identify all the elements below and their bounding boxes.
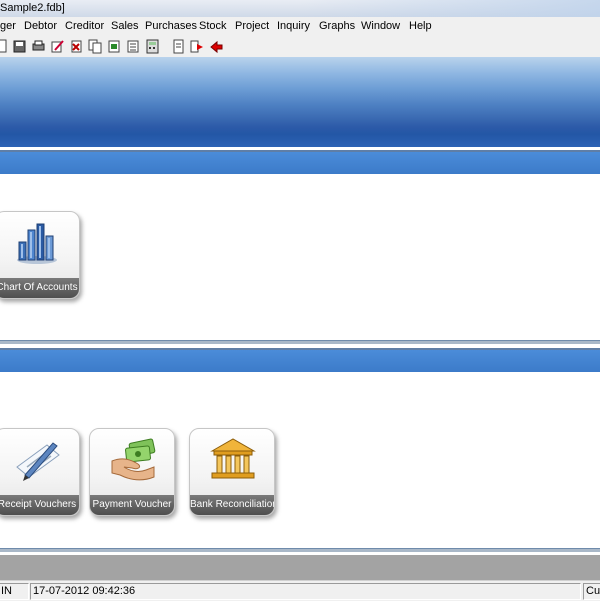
status-bar: IN 17-07-2012 09:42:36 Cur bbox=[0, 580, 600, 601]
tile-label: Chart Of Accounts bbox=[0, 278, 79, 298]
window-title-bar: Sample2.fdb] bbox=[0, 0, 600, 18]
exit-icon[interactable] bbox=[209, 39, 224, 54]
bank-icon bbox=[210, 438, 256, 479]
menu-help[interactable]: Help bbox=[409, 20, 432, 32]
section-header-accounts bbox=[0, 150, 600, 174]
menu-graphs[interactable]: Graphs bbox=[319, 20, 355, 32]
tile-bank-reconciliation[interactable]: Bank Reconciliation bbox=[189, 428, 275, 516]
tile-label: Receipt Vouchers bbox=[0, 495, 79, 515]
menu-stock[interactable]: Stock bbox=[199, 20, 227, 32]
status-datetime: 17-07-2012 09:42:36 bbox=[30, 583, 581, 600]
forward-icon[interactable] bbox=[190, 39, 205, 54]
menu-project[interactable]: Project bbox=[235, 20, 269, 32]
tile-payment-voucher[interactable]: Payment Voucher bbox=[89, 428, 175, 516]
section-header-banking bbox=[0, 348, 600, 372]
header-banner bbox=[0, 57, 600, 147]
section-divider bbox=[0, 340, 600, 344]
pen-paper-icon bbox=[16, 442, 60, 481]
print-setup-icon[interactable] bbox=[31, 39, 46, 54]
tile-receipt-vouchers[interactable]: Receipt Vouchers bbox=[0, 428, 80, 516]
tile-label: Payment Voucher bbox=[90, 495, 174, 515]
menu-sales[interactable]: Sales bbox=[111, 20, 139, 32]
bar-chart-icon bbox=[17, 223, 57, 264]
export-icon[interactable] bbox=[107, 39, 122, 54]
window-title: Sample2.fdb] bbox=[0, 2, 65, 14]
status-user: IN bbox=[0, 583, 29, 600]
copy-icon[interactable] bbox=[88, 39, 103, 54]
menu-bar: ger Debtor Creditor Sales Purchases Stoc… bbox=[0, 17, 600, 37]
menu-ledger[interactable]: ger bbox=[0, 20, 16, 32]
calculator-icon[interactable] bbox=[145, 39, 160, 54]
title-bar-decoration bbox=[300, 0, 600, 17]
new-icon[interactable] bbox=[0, 39, 9, 54]
save-icon[interactable] bbox=[12, 39, 27, 54]
delete-icon[interactable] bbox=[69, 39, 84, 54]
menu-creditor[interactable]: Creditor bbox=[65, 20, 104, 32]
bottom-band bbox=[0, 555, 600, 580]
document-icon[interactable] bbox=[171, 39, 186, 54]
menu-inquiry[interactable]: Inquiry bbox=[277, 20, 310, 32]
edit-icon[interactable] bbox=[50, 39, 65, 54]
tile-chart-of-accounts[interactable]: Chart Of Accounts bbox=[0, 211, 80, 299]
menu-purchases[interactable]: Purchases bbox=[145, 20, 197, 32]
tile-label: Bank Reconciliation bbox=[190, 495, 274, 515]
menu-window[interactable]: Window bbox=[361, 20, 400, 32]
menu-debtor[interactable]: Debtor bbox=[24, 20, 57, 32]
status-right: Cur bbox=[583, 583, 600, 600]
report-icon[interactable] bbox=[126, 39, 141, 54]
cash-hand-icon bbox=[111, 438, 156, 481]
section-divider bbox=[0, 548, 600, 552]
toolbar bbox=[0, 36, 600, 58]
